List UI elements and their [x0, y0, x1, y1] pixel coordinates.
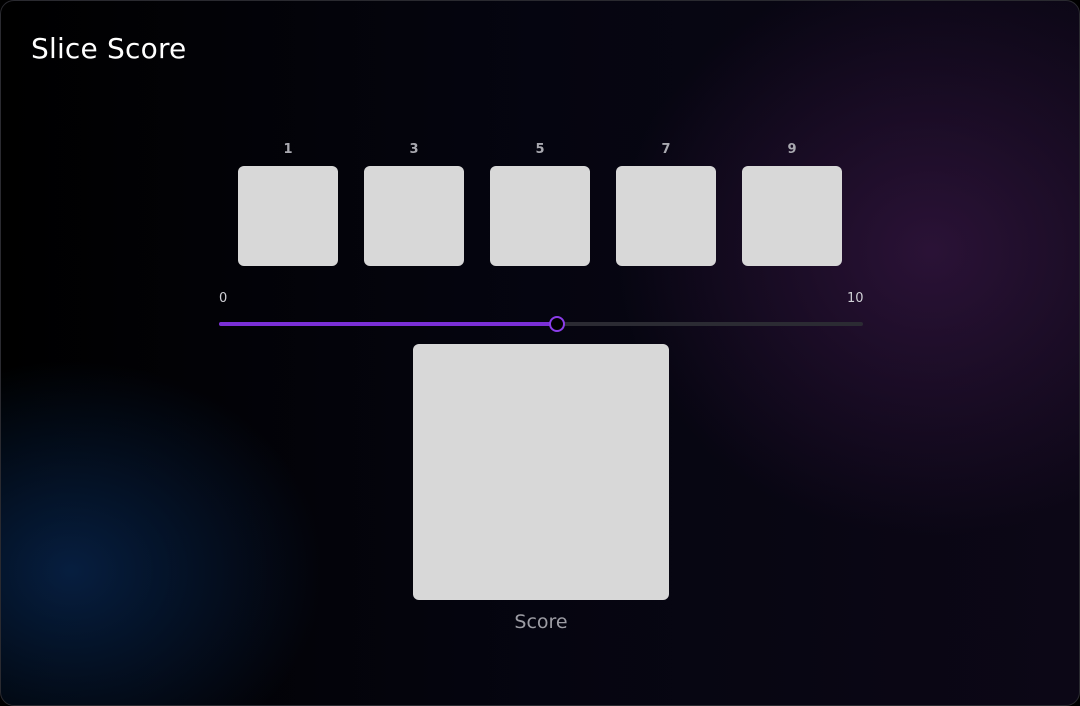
slice-3[interactable]: 3 — [364, 141, 464, 266]
slice-thumbnail[interactable] — [616, 166, 716, 266]
slice-strip: 1 3 5 7 9 — [238, 141, 842, 266]
slice-9[interactable]: 9 — [742, 141, 842, 266]
score-image — [413, 344, 669, 600]
slice-5[interactable]: 5 — [490, 141, 590, 266]
slice-slider[interactable] — [219, 315, 863, 333]
page-title: Slice Score — [31, 32, 187, 65]
slice-label: 9 — [787, 142, 797, 157]
slice-1[interactable]: 1 — [238, 141, 338, 266]
slice-7[interactable]: 7 — [616, 141, 716, 266]
slice-label: 3 — [409, 142, 419, 157]
slider-fill — [219, 322, 558, 326]
slider-max-label: 10 — [847, 291, 864, 306]
score-label: Score — [514, 611, 568, 633]
slider-thumb[interactable] — [549, 316, 566, 332]
slice-label: 5 — [535, 142, 545, 157]
slice-thumbnail[interactable] — [364, 166, 464, 266]
app-window: Slice Score 1 3 5 7 9 0 10 Score — [0, 0, 1080, 706]
slice-thumbnail[interactable] — [490, 166, 590, 266]
slice-thumbnail[interactable] — [238, 166, 338, 266]
slice-label: 7 — [661, 142, 671, 157]
slice-thumbnail[interactable] — [742, 166, 842, 266]
slice-label: 1 — [283, 142, 293, 157]
slider-min-label: 0 — [219, 291, 228, 306]
